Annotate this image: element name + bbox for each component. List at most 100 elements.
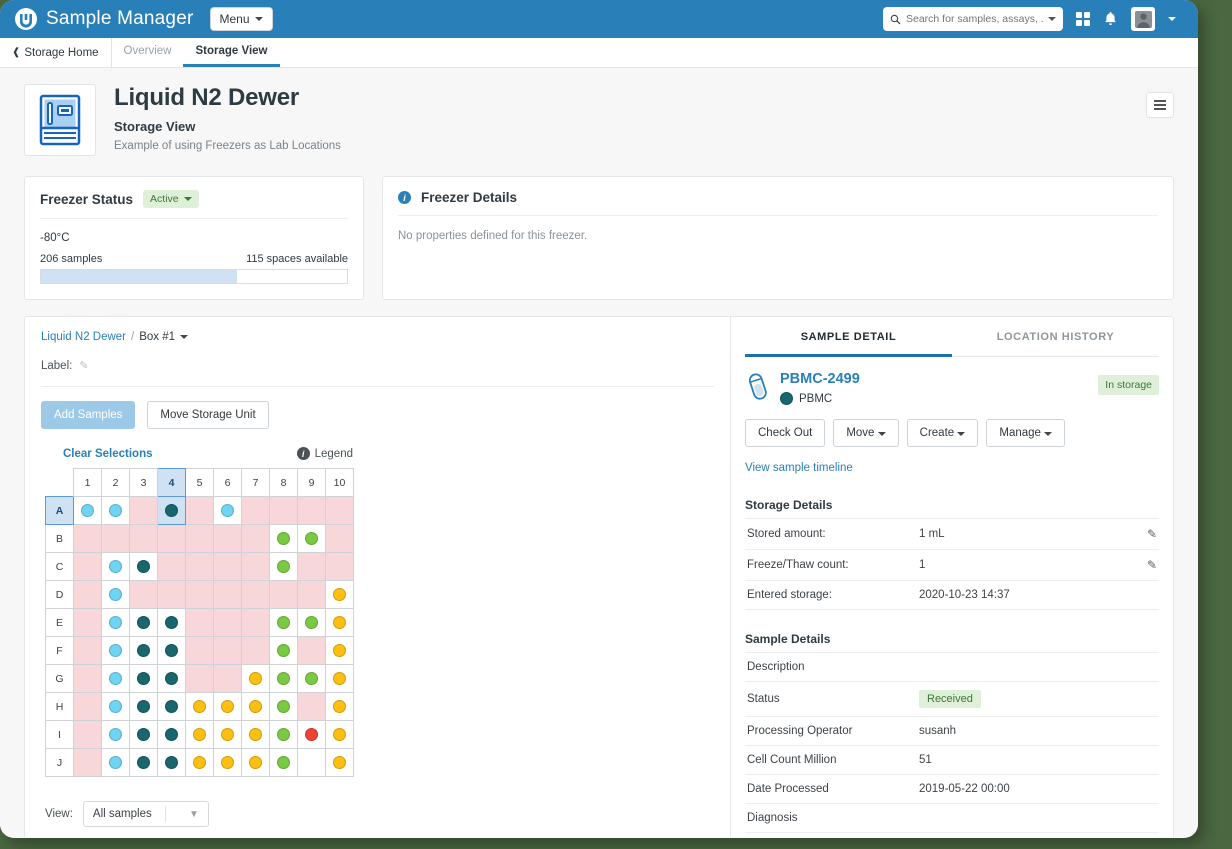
grid-cell-I10[interactable] xyxy=(326,721,354,749)
grid-cell-A5[interactable] xyxy=(186,497,214,525)
grid-cell-F5[interactable] xyxy=(186,637,214,665)
grid-cell-A2[interactable] xyxy=(102,497,130,525)
grid-cell-G4[interactable] xyxy=(158,665,186,693)
grid-cell-F10[interactable] xyxy=(326,637,354,665)
add-samples-button[interactable]: Add Samples xyxy=(41,401,135,429)
search-input[interactable] xyxy=(906,13,1043,25)
grid-row-header[interactable]: G xyxy=(46,665,74,693)
pencil-icon[interactable]: ✎ xyxy=(79,359,88,372)
grid-column-header[interactable]: 8 xyxy=(270,469,298,497)
search-scope-chevron-icon[interactable] xyxy=(1048,17,1056,21)
storage-box-grid[interactable]: 12345678910ABCDEFGHIJ xyxy=(45,468,354,777)
grid-column-header[interactable]: 5 xyxy=(186,469,214,497)
grid-cell-E5[interactable] xyxy=(186,609,214,637)
grid-cell-C6[interactable] xyxy=(214,553,242,581)
grid-cell-A3[interactable] xyxy=(130,497,158,525)
grid-column-header[interactable]: 7 xyxy=(242,469,270,497)
grid-cell-J1[interactable] xyxy=(74,749,102,777)
grid-cell-G6[interactable] xyxy=(214,665,242,693)
grid-cell-F7[interactable] xyxy=(242,637,270,665)
grid-column-header[interactable]: 10 xyxy=(326,469,354,497)
grid-cell-B8[interactable] xyxy=(270,525,298,553)
grid-cell-J5[interactable] xyxy=(186,749,214,777)
tab-location-history[interactable]: LOCATION HISTORY xyxy=(952,317,1159,357)
grid-column-header[interactable]: 3 xyxy=(130,469,158,497)
grid-cell-E7[interactable] xyxy=(242,609,270,637)
grid-cell-G7[interactable] xyxy=(242,665,270,693)
view-sample-timeline-link[interactable]: View sample timeline xyxy=(745,462,853,474)
freezer-status-badge[interactable]: Active xyxy=(143,190,199,208)
grid-cell-J6[interactable] xyxy=(214,749,242,777)
brand-logo-area[interactable]: Sample Manager xyxy=(14,7,194,31)
apps-grid-icon[interactable] xyxy=(1076,12,1090,26)
grid-row-header[interactable]: C xyxy=(46,553,74,581)
grid-cell-E9[interactable] xyxy=(298,609,326,637)
grid-cell-G3[interactable] xyxy=(130,665,158,693)
sample-action-manage-button[interactable]: Manage xyxy=(986,419,1065,447)
grid-cell-G1[interactable] xyxy=(74,665,102,693)
grid-cell-A10[interactable] xyxy=(326,497,354,525)
grid-cell-I8[interactable] xyxy=(270,721,298,749)
legend-button[interactable]: i Legend xyxy=(297,447,353,460)
grid-cell-H4[interactable] xyxy=(158,693,186,721)
grid-cell-J9[interactable] xyxy=(298,749,326,777)
grid-row-header[interactable]: I xyxy=(46,721,74,749)
grid-cell-H3[interactable] xyxy=(130,693,158,721)
grid-cell-G5[interactable] xyxy=(186,665,214,693)
grid-cell-D7[interactable] xyxy=(242,581,270,609)
grid-cell-I1[interactable] xyxy=(74,721,102,749)
grid-cell-H8[interactable] xyxy=(270,693,298,721)
grid-cell-G2[interactable] xyxy=(102,665,130,693)
grid-cell-E10[interactable] xyxy=(326,609,354,637)
grid-cell-D2[interactable] xyxy=(102,581,130,609)
grid-cell-F9[interactable] xyxy=(298,637,326,665)
grid-column-header[interactable]: 2 xyxy=(102,469,130,497)
grid-row-header[interactable]: D xyxy=(46,581,74,609)
grid-cell-B9[interactable] xyxy=(298,525,326,553)
grid-cell-H7[interactable] xyxy=(242,693,270,721)
grid-cell-C3[interactable] xyxy=(130,553,158,581)
sample-action-move-button[interactable]: Move xyxy=(833,419,898,447)
grid-cell-E1[interactable] xyxy=(74,609,102,637)
grid-cell-A9[interactable] xyxy=(298,497,326,525)
grid-cell-A4[interactable] xyxy=(158,497,186,525)
grid-cell-C1[interactable] xyxy=(74,553,102,581)
menu-button[interactable]: Menu xyxy=(210,7,273,31)
grid-row-header[interactable]: F xyxy=(46,637,74,665)
storage-home-link[interactable]: ❰ Storage Home xyxy=(10,38,112,67)
grid-cell-E4[interactable] xyxy=(158,609,186,637)
grid-cell-A1[interactable] xyxy=(74,497,102,525)
grid-cell-I7[interactable] xyxy=(242,721,270,749)
grid-cell-J10[interactable] xyxy=(326,749,354,777)
grid-cell-D5[interactable] xyxy=(186,581,214,609)
grid-cell-J4[interactable] xyxy=(158,749,186,777)
grid-cell-J2[interactable] xyxy=(102,749,130,777)
grid-cell-I5[interactable] xyxy=(186,721,214,749)
grid-cell-D4[interactable] xyxy=(158,581,186,609)
grid-cell-F8[interactable] xyxy=(270,637,298,665)
grid-cell-A6[interactable] xyxy=(214,497,242,525)
grid-row-header[interactable]: J xyxy=(46,749,74,777)
grid-cell-I9[interactable] xyxy=(298,721,326,749)
grid-column-header[interactable]: 9 xyxy=(298,469,326,497)
grid-cell-A7[interactable] xyxy=(242,497,270,525)
grid-cell-H1[interactable] xyxy=(74,693,102,721)
grid-cell-I4[interactable] xyxy=(158,721,186,749)
grid-cell-E8[interactable] xyxy=(270,609,298,637)
grid-cell-D10[interactable] xyxy=(326,581,354,609)
view-filter-select[interactable]: All samples ▼ xyxy=(83,801,209,827)
grid-cell-A8[interactable] xyxy=(270,497,298,525)
clear-selections-link[interactable]: Clear Selections xyxy=(63,448,152,460)
grid-cell-H6[interactable] xyxy=(214,693,242,721)
grid-cell-C2[interactable] xyxy=(102,553,130,581)
grid-cell-H5[interactable] xyxy=(186,693,214,721)
grid-cell-G8[interactable] xyxy=(270,665,298,693)
user-menu-chevron-icon[interactable] xyxy=(1168,17,1176,21)
grid-cell-J3[interactable] xyxy=(130,749,158,777)
grid-cell-F1[interactable] xyxy=(74,637,102,665)
grid-column-header[interactable]: 1 xyxy=(74,469,102,497)
grid-cell-D3[interactable] xyxy=(130,581,158,609)
grid-cell-B1[interactable] xyxy=(74,525,102,553)
grid-cell-B4[interactable] xyxy=(158,525,186,553)
grid-cell-D6[interactable] xyxy=(214,581,242,609)
